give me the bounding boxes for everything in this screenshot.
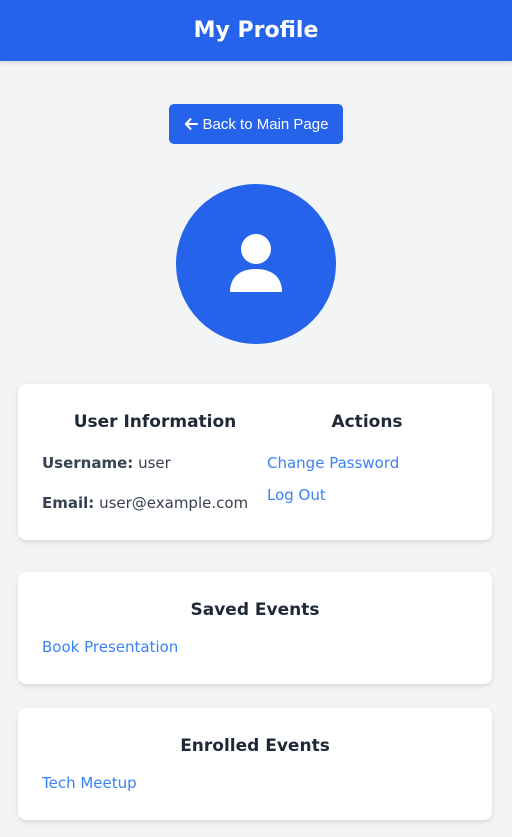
arrow-left-icon xyxy=(184,118,198,130)
app-header: My Profile xyxy=(0,0,512,61)
back-button-container: Back to Main Page xyxy=(0,104,512,144)
user-information-title: User Information xyxy=(73,412,237,432)
back-button-label: Back to Main Page xyxy=(202,115,329,133)
email-label: Email: xyxy=(42,494,95,512)
user-info-card: User Information Username: user Email: u… xyxy=(18,384,492,540)
username-label: Username: xyxy=(42,454,134,472)
page-title: My Profile xyxy=(193,17,319,43)
actions-title: Actions xyxy=(331,412,403,432)
user-icon xyxy=(230,234,282,292)
email-value: user@example.com xyxy=(99,494,249,512)
saved-events-title: Saved Events xyxy=(190,600,320,620)
email-row: Email: user@example.com xyxy=(42,494,248,512)
avatar xyxy=(176,184,336,344)
log-out-link[interactable]: Log Out xyxy=(267,486,326,504)
saved-event-link[interactable]: Book Presentation xyxy=(42,638,178,656)
saved-events-card: Saved Events Book Presentation xyxy=(18,572,492,684)
enrolled-events-card: Enrolled Events Tech Meetup xyxy=(18,708,492,820)
username-row: Username: user xyxy=(42,454,171,472)
username-value: user xyxy=(138,454,171,472)
change-password-link[interactable]: Change Password xyxy=(267,454,399,472)
avatar-container xyxy=(0,184,512,344)
enrolled-events-title: Enrolled Events xyxy=(180,736,330,756)
enrolled-event-link[interactable]: Tech Meetup xyxy=(42,774,137,792)
back-to-main-button[interactable]: Back to Main Page xyxy=(168,104,344,144)
